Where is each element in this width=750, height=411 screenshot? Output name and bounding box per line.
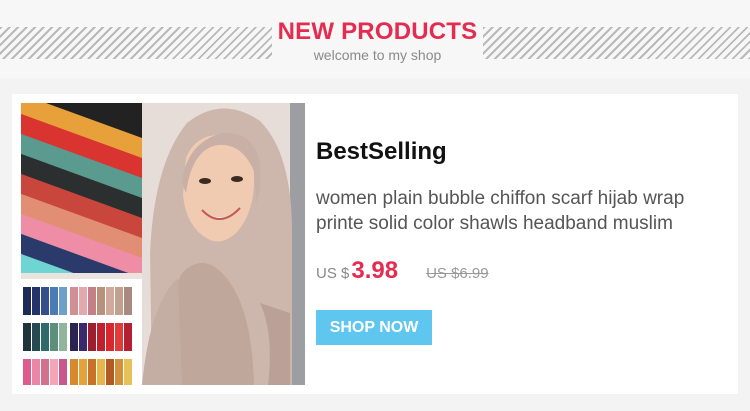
- product-description[interactable]: women plain bubble chiffon scarf hijab w…: [316, 186, 716, 236]
- current-price: 3.98: [351, 257, 399, 284]
- product-badge: BestSelling: [316, 138, 447, 165]
- price-currency: US $: [316, 265, 350, 282]
- section-header: NEW PRODUCTS welcome to my shop: [0, 0, 750, 78]
- header-stripes-left: [0, 27, 272, 59]
- shop-now-button[interactable]: SHOP NOW: [316, 310, 432, 345]
- product-image[interactable]: [21, 103, 305, 385]
- product-card[interactable]: BestSelling women plain bubble chiffon s…: [12, 94, 738, 394]
- model-photo: [142, 103, 305, 385]
- section-subtitle: welcome to my shop: [313, 47, 442, 63]
- product-info: BestSelling women plain bubble chiffon s…: [316, 94, 726, 394]
- header-stripes-right: [483, 27, 750, 59]
- original-price: US $6.99: [426, 265, 489, 282]
- header-title-box: NEW PRODUCTS welcome to my shop: [272, 14, 483, 66]
- price-row: US $3.98 US $6.99: [316, 257, 489, 284]
- scarf-stack-image: [21, 103, 142, 273]
- color-swatches-image: [21, 279, 142, 385]
- section-title: NEW PRODUCTS: [277, 18, 478, 45]
